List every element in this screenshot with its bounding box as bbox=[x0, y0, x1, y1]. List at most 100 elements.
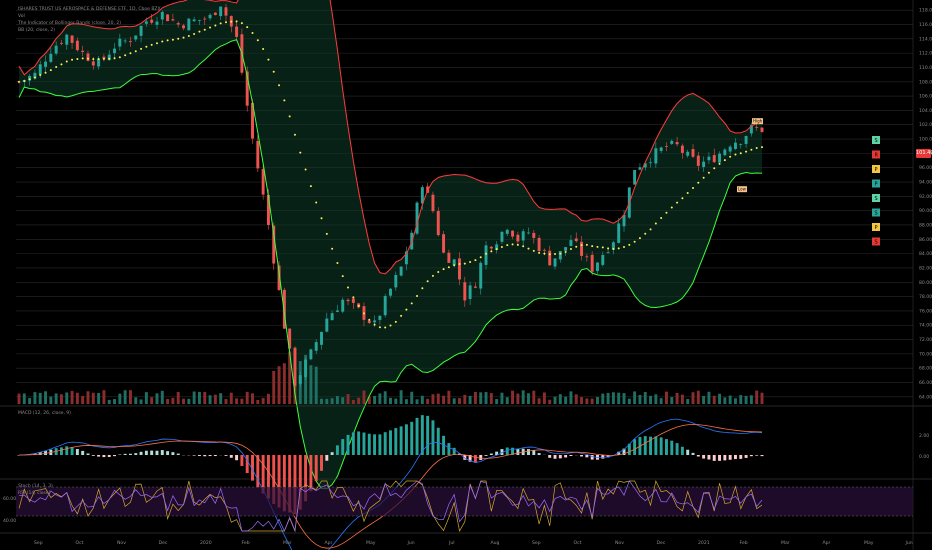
candle-body bbox=[585, 256, 589, 258]
bollinger-basis-dot bbox=[129, 52, 132, 55]
volume-bar bbox=[155, 393, 159, 404]
candle-body bbox=[118, 38, 122, 47]
candle-body bbox=[325, 318, 329, 332]
side-signal-label: R bbox=[875, 153, 879, 159]
bollinger-basis-dot bbox=[304, 168, 307, 171]
macd-histogram-bar bbox=[670, 440, 674, 455]
bollinger-basis-dot bbox=[463, 262, 466, 265]
candle-body bbox=[166, 14, 170, 22]
bollinger-basis-dot bbox=[644, 232, 647, 235]
macd-histogram-bar bbox=[59, 447, 63, 455]
bollinger-basis-dot bbox=[416, 294, 419, 297]
bollinger-basis-dot bbox=[729, 155, 732, 158]
price-tick-label: 84.00 bbox=[919, 251, 932, 257]
candle-body bbox=[680, 145, 684, 153]
volume-bar bbox=[665, 391, 668, 404]
month-tick-label: 2020 bbox=[200, 540, 212, 546]
bollinger-basis-dot bbox=[623, 246, 626, 249]
volume-bar bbox=[113, 399, 116, 404]
price-tick-label: 96.00 bbox=[919, 165, 932, 171]
volume-bar bbox=[277, 366, 281, 404]
candle-body bbox=[192, 19, 196, 22]
bollinger-basis-dot bbox=[532, 249, 535, 252]
price-tick-label: 108.00 bbox=[919, 79, 932, 85]
bollinger-basis-dot bbox=[224, 21, 227, 24]
bollinger-basis-dot bbox=[522, 245, 525, 248]
macd-histogram-bar bbox=[176, 453, 180, 455]
volume-bar bbox=[511, 390, 515, 404]
volume-bar bbox=[680, 394, 684, 404]
candle-body bbox=[224, 7, 228, 16]
volume-bar bbox=[272, 371, 276, 404]
bollinger-basis-dot bbox=[214, 24, 217, 27]
volume-bar bbox=[351, 399, 355, 404]
bollinger-basis-dot bbox=[554, 253, 557, 256]
bollinger-basis-dot bbox=[320, 217, 323, 220]
bollinger-basis-dot bbox=[575, 245, 578, 248]
candle-body bbox=[341, 299, 345, 312]
candle-body bbox=[707, 156, 711, 161]
macd-histogram-bar bbox=[91, 455, 95, 456]
volume-bar bbox=[28, 398, 32, 404]
candle-body bbox=[139, 25, 143, 36]
bollinger-basis-dot bbox=[431, 274, 434, 277]
side-signal-label: S bbox=[875, 196, 878, 202]
macd-histogram-bar bbox=[75, 449, 79, 455]
bollinger-basis-dot bbox=[548, 253, 551, 256]
bollinger-basis-dot bbox=[293, 133, 296, 136]
price-tick-label: 102.00 bbox=[919, 122, 932, 128]
candle-body bbox=[489, 246, 493, 249]
bollinger-basis-dot bbox=[92, 58, 95, 61]
volume-bar bbox=[229, 392, 233, 404]
bollinger-basis-dot bbox=[134, 50, 137, 53]
bollinger-basis-dot bbox=[140, 47, 143, 50]
volume-bar bbox=[192, 391, 196, 404]
macd-histogram-bar bbox=[755, 455, 759, 456]
volume-bar bbox=[733, 398, 737, 404]
volume-bar bbox=[54, 393, 58, 404]
volume-bar bbox=[728, 395, 732, 404]
bollinger-basis-dot bbox=[325, 232, 328, 235]
candle-body bbox=[383, 296, 387, 316]
macd-histogram-bar bbox=[65, 446, 69, 455]
macd-histogram-bar bbox=[330, 452, 334, 455]
volume-bar bbox=[44, 391, 48, 404]
bollinger-basis-dot bbox=[474, 259, 477, 262]
price-chart[interactable]: 118.00 116.00 114.00 112.00 110.00 108.00 106.… bbox=[0, 0, 932, 550]
volume-bar bbox=[266, 393, 270, 404]
volume-bar bbox=[240, 398, 244, 404]
volume-bar bbox=[378, 393, 382, 404]
month-tick-label: May bbox=[864, 540, 874, 546]
price-tick-label: 82.00 bbox=[919, 265, 932, 271]
candle-body bbox=[755, 127, 759, 128]
volume-bar bbox=[325, 398, 329, 404]
volume-bar bbox=[219, 393, 223, 404]
month-tick-label: Jul bbox=[448, 540, 455, 546]
volume-bar bbox=[590, 398, 594, 404]
volume-bar bbox=[144, 392, 148, 404]
volume-bar bbox=[420, 395, 424, 404]
macd-histogram-bar bbox=[240, 455, 244, 466]
price-tick-label: 114.00 bbox=[919, 36, 932, 42]
bollinger-basis-dot bbox=[166, 39, 169, 42]
macd-histogram-bar bbox=[123, 453, 127, 455]
macd-histogram-bar bbox=[351, 432, 355, 455]
candle-body bbox=[399, 266, 403, 276]
volume-bar bbox=[484, 392, 488, 404]
volume-bar bbox=[696, 390, 700, 404]
volume-bar bbox=[654, 394, 658, 404]
volume-bar bbox=[702, 395, 706, 404]
macd-histogram-bar bbox=[320, 455, 323, 471]
volume-bar bbox=[627, 398, 631, 404]
bollinger-basis-dot bbox=[447, 266, 450, 269]
macd-histogram-bar bbox=[680, 446, 684, 455]
price-tick-label: 100.00 bbox=[919, 137, 932, 143]
candle-body bbox=[442, 234, 446, 253]
volume-bar bbox=[611, 392, 615, 404]
macd-histogram-bar bbox=[718, 455, 722, 461]
macd-histogram-bar bbox=[633, 439, 637, 455]
candle-body bbox=[293, 347, 297, 387]
macd-histogram-bar bbox=[447, 443, 451, 455]
price-tick-label: 86.00 bbox=[919, 237, 932, 243]
month-tick-label: Jun bbox=[407, 540, 415, 546]
